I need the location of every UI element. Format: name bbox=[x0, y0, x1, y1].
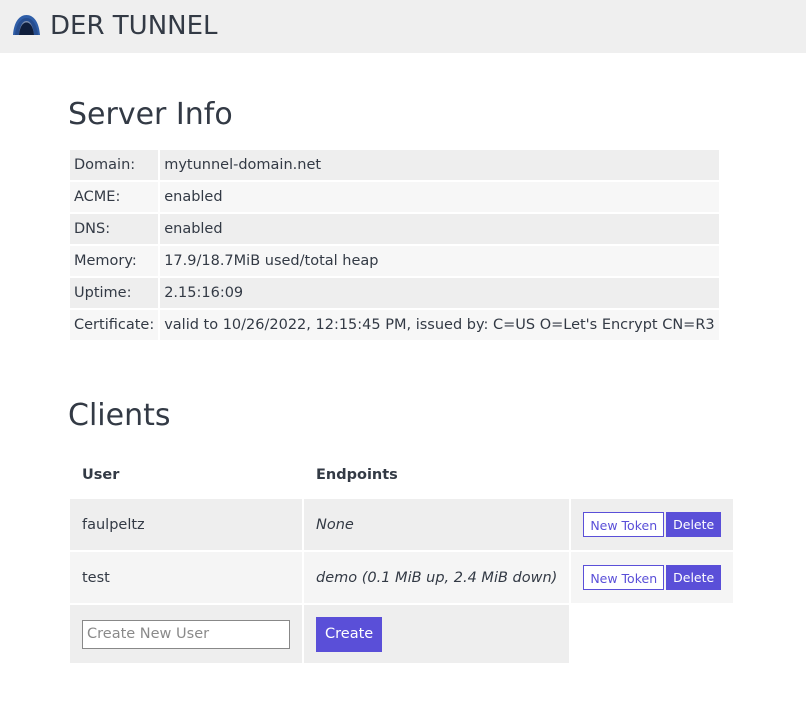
column-header-endpoints: Endpoints bbox=[316, 467, 398, 483]
create-user-button[interactable]: Create bbox=[316, 616, 383, 652]
info-value: valid to 10/26/2022, 12:15:45 PM, issued… bbox=[160, 310, 719, 340]
info-row-certificate: Certificate: valid to 10/26/2022, 12:15:… bbox=[70, 310, 719, 340]
client-user: test bbox=[70, 552, 302, 603]
tunnel-arch-icon bbox=[13, 15, 40, 35]
info-value: 17.9/18.7MiB used/total heap bbox=[160, 246, 719, 276]
client-user: faulpeltz bbox=[70, 499, 302, 550]
clients-header-row: User Endpoints bbox=[70, 453, 733, 497]
new-user-cell bbox=[70, 605, 302, 663]
brand-title: DER TUNNEL bbox=[50, 11, 218, 41]
empty-cell bbox=[571, 605, 733, 663]
new-token-button[interactable]: New Token bbox=[583, 512, 665, 537]
info-value: enabled bbox=[160, 182, 719, 212]
new-token-button[interactable]: New Token bbox=[583, 565, 665, 590]
info-row-memory: Memory: 17.9/18.7MiB used/total heap bbox=[70, 246, 719, 276]
info-key: Memory: bbox=[70, 246, 159, 276]
client-actions: New Token Delete bbox=[571, 499, 734, 550]
info-key: Certificate: bbox=[70, 310, 159, 340]
info-key: ACME: bbox=[70, 182, 159, 212]
info-row-dns: DNS: enabled bbox=[70, 214, 719, 244]
table-row: test demo (0.1 MiB up, 2.4 MiB down) New… bbox=[70, 552, 734, 603]
delete-button[interactable]: Delete bbox=[666, 512, 722, 537]
server-info-title: Server Info bbox=[68, 97, 233, 132]
clients-table: User Endpoints faulpeltz None New Token D… bbox=[68, 451, 735, 665]
info-value: 2.15:16:09 bbox=[160, 278, 719, 308]
create-user-row: Create bbox=[70, 605, 733, 663]
info-key: Uptime: bbox=[70, 278, 159, 308]
client-endpoints: demo (0.1 MiB up, 2.4 MiB down) bbox=[304, 552, 570, 603]
info-value: enabled bbox=[160, 214, 719, 244]
create-cell: Create bbox=[304, 605, 570, 663]
info-row-acme: ACME: enabled bbox=[70, 182, 719, 212]
client-endpoints: None bbox=[304, 499, 570, 550]
info-key: DNS: bbox=[70, 214, 159, 244]
info-row-uptime: Uptime: 2.15:16:09 bbox=[70, 278, 719, 308]
column-header-user: User bbox=[82, 467, 120, 483]
info-value: mytunnel-domain.net bbox=[160, 150, 719, 180]
info-key: Domain: bbox=[70, 150, 159, 180]
client-actions: New Token Delete bbox=[571, 552, 734, 603]
app-header: DER TUNNEL bbox=[0, 0, 806, 53]
new-user-input[interactable] bbox=[82, 619, 290, 649]
delete-button[interactable]: Delete bbox=[666, 565, 722, 590]
clients-title: Clients bbox=[68, 398, 171, 433]
info-row-domain: Domain: mytunnel-domain.net bbox=[70, 150, 719, 180]
table-row: faulpeltz None New Token Delete bbox=[70, 499, 734, 550]
server-info-table: Domain: mytunnel-domain.net ACME: enable… bbox=[68, 148, 721, 342]
column-header-actions bbox=[571, 453, 733, 497]
